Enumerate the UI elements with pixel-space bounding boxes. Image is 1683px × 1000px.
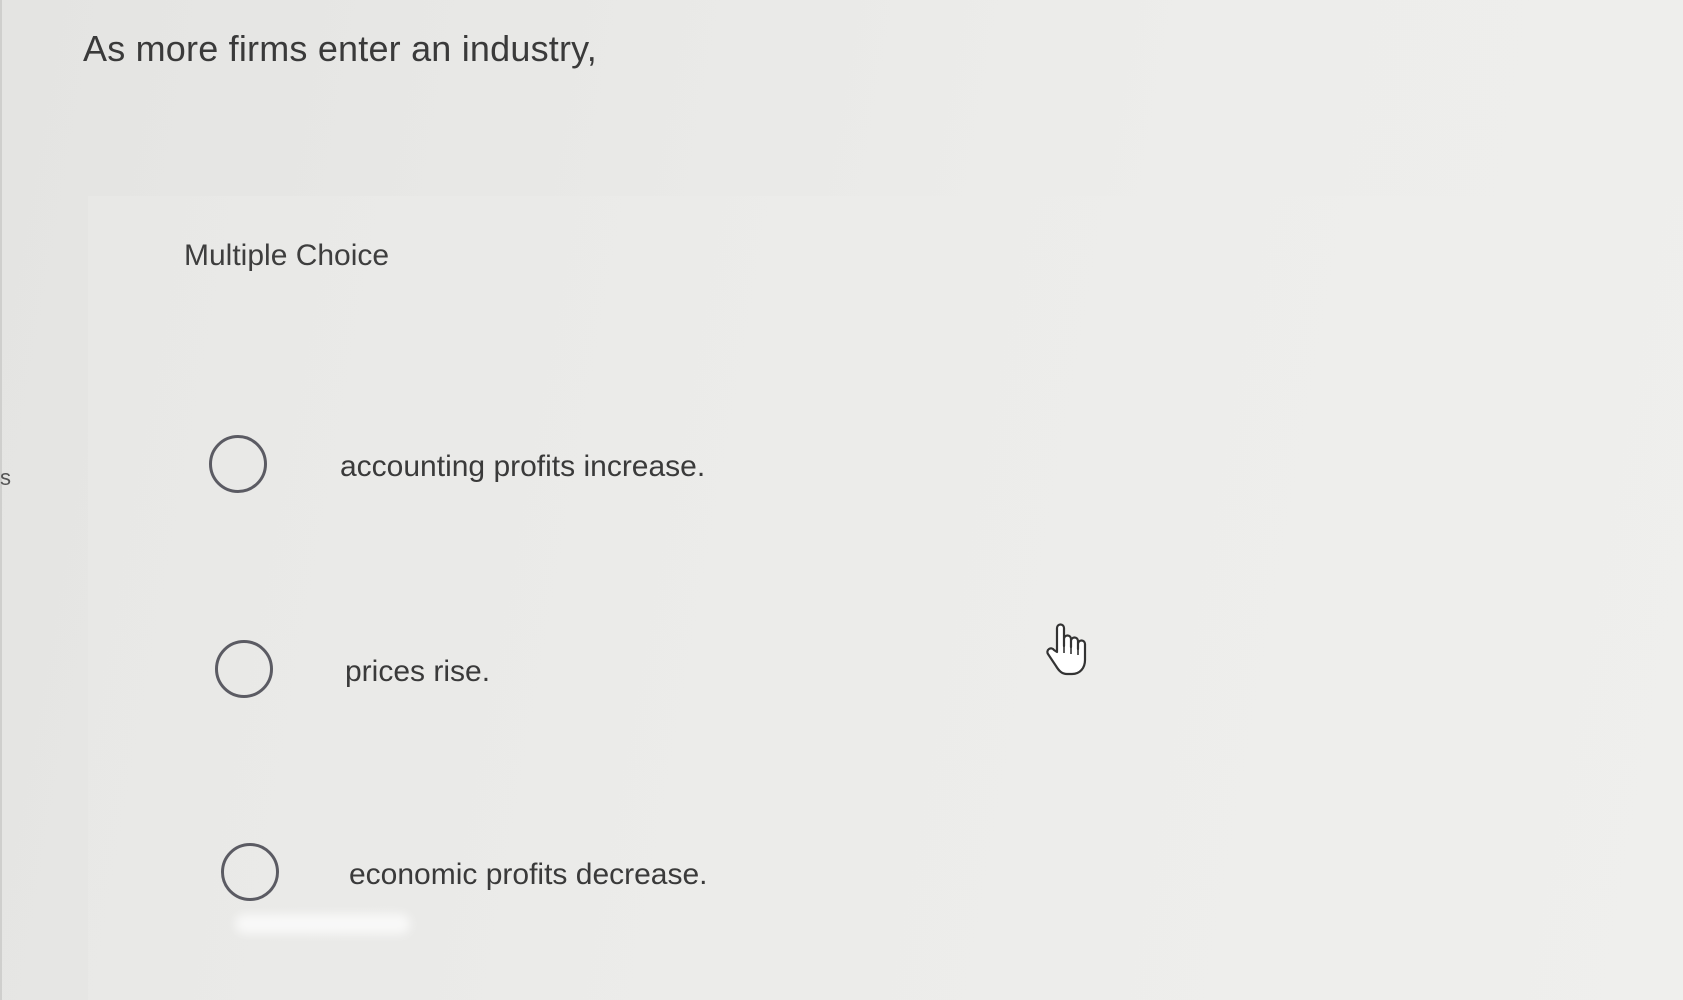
answer-option-2[interactable]: prices rise. — [215, 640, 915, 710]
answer-option-1[interactable]: accounting profits increase. — [209, 435, 909, 505]
question-prompt: As more firms enter an industry, — [83, 28, 597, 69]
answer-option-text: economic profits decrease. — [349, 858, 708, 891]
radio-button-icon[interactable] — [221, 843, 279, 901]
screen-glare — [235, 914, 410, 934]
radio-button-icon[interactable] — [209, 435, 267, 493]
side-nav-fragment: s — [0, 465, 11, 490]
answer-option-text: accounting profits increase. — [340, 450, 706, 483]
hand-pointer-icon — [1046, 623, 1087, 676]
question-type-label: Multiple Choice — [184, 239, 390, 272]
answer-option-text: prices rise. — [345, 655, 491, 688]
answer-option-3[interactable]: economic profits decrease. — [221, 843, 921, 913]
window-left-edge — [0, 0, 2, 1000]
radio-button-icon[interactable] — [215, 640, 273, 698]
